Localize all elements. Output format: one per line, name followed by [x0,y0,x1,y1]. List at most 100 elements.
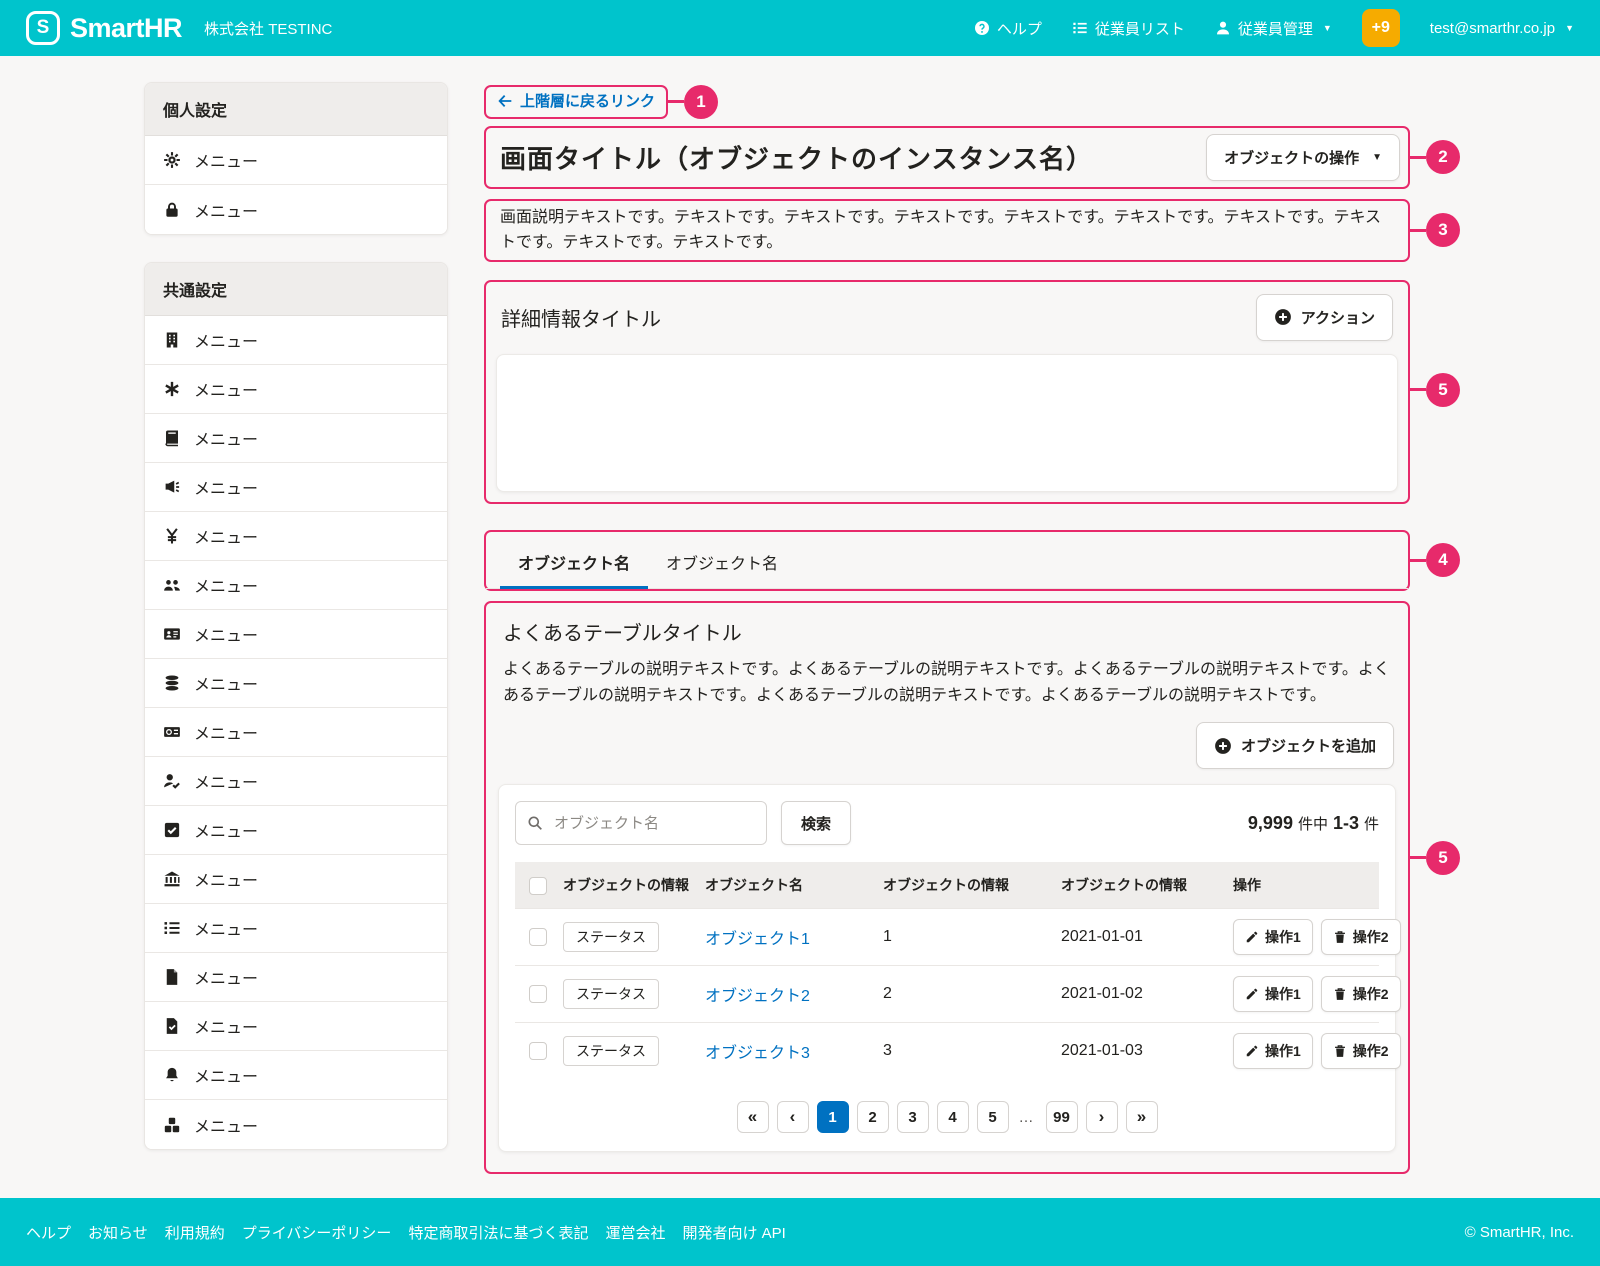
sidebar-item-label: メニュー [194,769,258,793]
pagination-next-button[interactable]: › [1086,1101,1118,1133]
sidebar-item-menu[interactable]: メニュー [145,708,447,757]
sidebar-item-menu[interactable]: メニュー [145,1051,447,1100]
search-input[interactable] [515,801,767,845]
help-link[interactable]: ヘルプ [974,18,1042,39]
sidebar-item-menu[interactable]: メニュー [145,1100,447,1149]
search-row: 検索 9,999件中1-3件 [515,801,1379,845]
sidebar-item-label: メニュー [194,867,258,891]
delete-button[interactable]: 操作2 [1321,919,1401,955]
sidebar-item-menu[interactable]: メニュー [145,806,447,855]
pagination-page-5[interactable]: 5 [977,1101,1009,1133]
back-link-label: 上階層に戻るリンク [520,90,655,111]
pagination-page-4[interactable]: 4 [937,1101,969,1133]
money-check-icon [163,723,181,741]
footer-link-commerce[interactable]: 特定商取引法に基づく表記 [408,1222,588,1243]
sidebar-item-menu[interactable]: メニュー [145,1002,447,1051]
object-date-cell: 2021-01-02 [1061,966,1233,1023]
pagination-page-2[interactable]: 2 [857,1101,889,1133]
annotation-box-1: 上階層に戻るリンク 1 [484,85,668,119]
lock-icon [163,201,181,219]
sidebar-item-menu[interactable]: メニュー [145,561,447,610]
sidebar-item-menu[interactable]: メニュー [145,855,447,904]
back-link[interactable]: 上階層に戻るリンク [497,90,655,111]
pagination-last-button[interactable]: » [1126,1101,1158,1133]
column-header: 操作 [1233,862,1379,909]
sidebar-item-menu[interactable]: メニュー [145,185,447,234]
row-checkbox[interactable] [529,1042,547,1060]
edit-button[interactable]: 操作1 [1233,976,1313,1012]
annotation-box-5-detail: 詳細情報タイトル アクション 5 [484,280,1410,504]
employee-list-label: 従業員リスト [1095,18,1185,39]
pagination-ellipsis: … [1017,1109,1038,1126]
search-button[interactable]: 検索 [781,801,851,845]
footer-link-company[interactable]: 運営会社 [605,1222,665,1243]
delete-button[interactable]: 操作2 [1321,976,1401,1012]
footer-link-help[interactable]: ヘルプ [26,1222,71,1243]
sidebar-item-menu[interactable]: メニュー [145,953,447,1002]
object-date-cell: 2021-01-03 [1061,1023,1233,1080]
column-header: オブジェクトの情報 [883,862,1061,909]
notification-badge[interactable]: +9 [1362,9,1400,47]
delete-label: 操作2 [1353,984,1389,1004]
footer-link-privacy[interactable]: プライバシーポリシー [242,1222,392,1243]
object-link[interactable]: オブジェクト2 [705,988,810,1005]
annotation-marker-3: 3 [1426,213,1460,247]
object-actions-label: オブジェクトの操作 [1224,147,1359,168]
object-info-cell: 2 [883,966,1061,1023]
pencil-icon [1245,987,1259,1001]
pagination-first-button[interactable]: « [737,1101,769,1133]
row-actions: 操作1 操作2 [1233,976,1369,1012]
sidebar-item-menu[interactable]: メニュー [145,365,447,414]
action-button[interactable]: アクション [1256,294,1393,341]
sidebar-item-menu[interactable]: メニュー [145,316,447,365]
sidebar-item-menu[interactable]: メニュー [145,463,447,512]
account-menu[interactable]: test@smarthr.co.jp ▼ [1430,20,1574,37]
count-middle: 件中 [1298,816,1328,833]
employee-admin-menu[interactable]: 従業員管理 ▼ [1215,18,1332,39]
object-link[interactable]: オブジェクト1 [705,931,810,948]
pagination-page-99[interactable]: 99 [1046,1101,1078,1133]
footer-link-terms[interactable]: 利用規約 [165,1222,225,1243]
pagination-prev-button[interactable]: ‹ [777,1101,809,1133]
sidebar-item-menu[interactable]: メニュー [145,757,447,806]
result-count: 9,999件中1-3件 [1248,813,1379,834]
sidebar-item-label: メニュー [194,377,258,401]
sidebar-item-menu[interactable]: メニュー [145,904,447,953]
object-actions-button[interactable]: オブジェクトの操作 ▼ [1206,134,1400,181]
sidebar-item-menu[interactable]: メニュー [145,136,447,185]
pagination-page-1[interactable]: 1 [817,1101,849,1133]
sidebar-item-menu[interactable]: メニュー [145,414,447,463]
pagination-page-3[interactable]: 3 [897,1101,929,1133]
sidebar-item-menu[interactable]: メニュー [145,610,447,659]
edit-button[interactable]: 操作1 [1233,919,1313,955]
file-check-icon [163,1017,181,1035]
tab-object-name-2[interactable]: オブジェクト名 [648,546,796,589]
row-checkbox[interactable] [529,985,547,1003]
object-link[interactable]: オブジェクト3 [705,1045,810,1062]
smarthr-logo[interactable]: S SmartHR [26,11,182,45]
list-icon [1072,20,1088,36]
sidebar-item-label: メニュー [194,328,258,352]
header-checkbox-cell [515,862,563,909]
add-object-button[interactable]: オブジェクトを追加 [1196,722,1394,769]
bell-icon [163,1066,181,1084]
sidebar-section-title: 個人設定 [145,83,447,136]
delete-button[interactable]: 操作2 [1321,1033,1401,1069]
sidebar-item-menu[interactable]: メニュー [145,659,447,708]
person-check-icon [163,772,181,790]
main-content: 上階層に戻るリンク 1 画面タイトル（オブジェクトのインスタンス名） オブジェク… [484,82,1410,1174]
sidebar-item-label: メニュー [194,720,258,744]
table-row: ステータス オブジェクト2 2 2021-01-02 操作1 操作2 [515,966,1379,1023]
sidebar-item-menu[interactable]: メニュー [145,512,447,561]
footer-links: ヘルプ お知らせ 利用規約 プライバシーポリシー 特定商取引法に基づく表記 運営… [26,1222,786,1243]
tab-object-name-1[interactable]: オブジェクト名 [500,546,648,589]
count-range: 1-3 [1333,813,1359,833]
footer-link-developer-api[interactable]: 開発者向け API [682,1222,785,1243]
employee-list-link[interactable]: 従業員リスト [1072,18,1185,39]
page-title: 画面タイトル（オブジェクトのインスタンス名） [500,139,1093,176]
select-all-checkbox[interactable] [529,877,547,895]
footer-link-news[interactable]: お知らせ [88,1222,148,1243]
sidebar: 個人設定 メニュー メニュー 共通設定 メニュー メニュー メニュー メニュー … [144,82,448,1177]
row-checkbox[interactable] [529,928,547,946]
edit-button[interactable]: 操作1 [1233,1033,1313,1069]
